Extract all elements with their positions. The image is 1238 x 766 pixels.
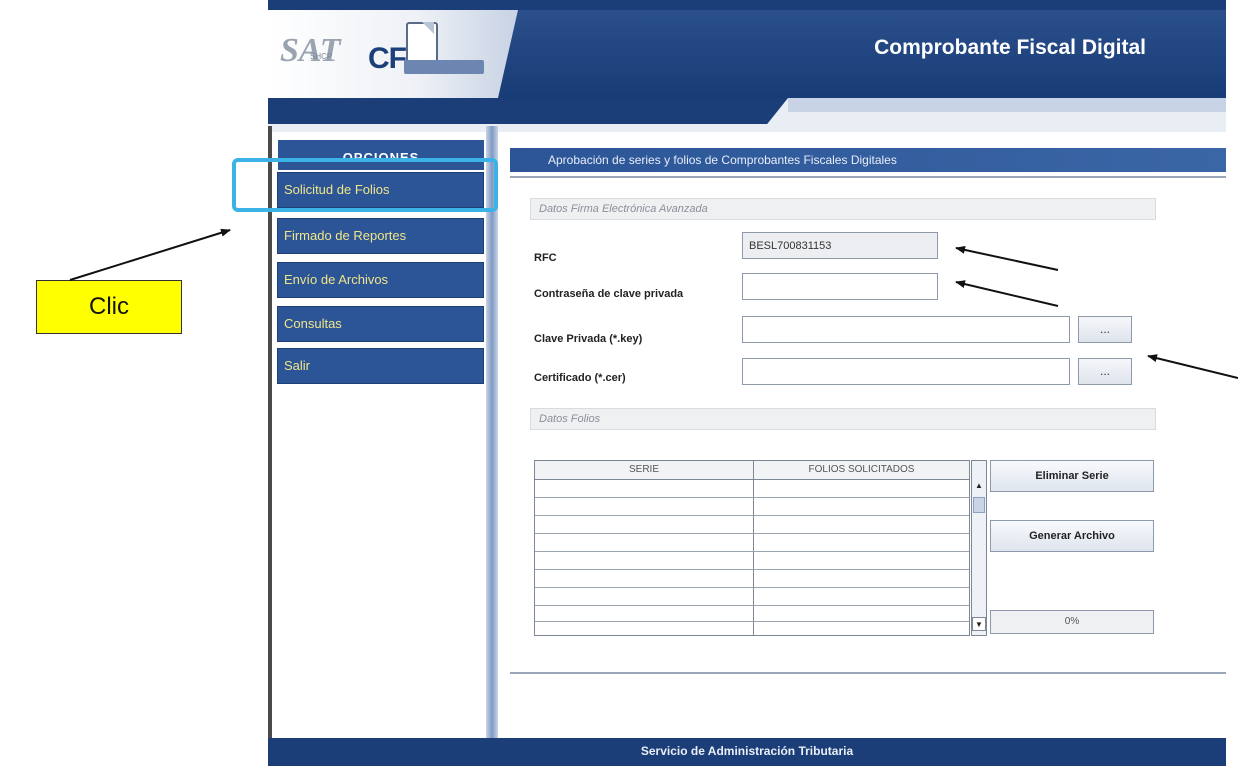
arrow-to-password (955, 280, 1059, 307)
arrow-to-sidebar (69, 228, 231, 281)
annotation-arrows (69, 228, 1238, 379)
arrow-to-rfc (955, 245, 1059, 271)
arrow-to-browse (1147, 354, 1238, 379)
